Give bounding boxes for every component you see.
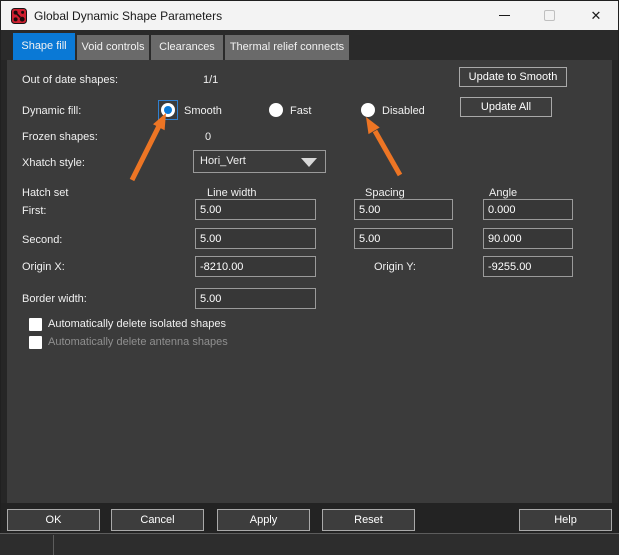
xhatch-style-dropdown[interactable]: Hori_Vert — [193, 150, 326, 173]
second-line-width-input[interactable] — [195, 228, 316, 249]
minimize-button[interactable] — [482, 1, 527, 30]
update-to-smooth-button[interactable]: Update to Smooth — [459, 67, 567, 87]
smooth-radio[interactable] — [161, 103, 175, 117]
dynamic-fill-label: Dynamic fill: — [22, 104, 81, 118]
smooth-radio-label: Smooth — [184, 104, 222, 118]
minimize-icon — [499, 15, 510, 16]
background-app-divider — [53, 535, 54, 555]
close-button[interactable]: ✕ — [573, 1, 619, 30]
tab-strip: Shape fill Void controls Clearances Ther… — [1, 30, 618, 60]
window-left-border — [1, 60, 7, 503]
window-title: Global Dynamic Shape Parameters — [34, 9, 222, 23]
origin-x-label: Origin X: — [22, 260, 65, 274]
help-button[interactable]: Help — [519, 509, 612, 531]
border-width-label: Border width: — [22, 292, 87, 306]
dialog-body — [1, 60, 618, 503]
out-of-date-shapes-label: Out of date shapes: — [22, 73, 118, 87]
disabled-radio[interactable] — [361, 103, 375, 117]
angle-header: Angle — [489, 186, 517, 200]
origin-x-input[interactable] — [195, 256, 316, 277]
background-app-strip — [0, 533, 619, 555]
second-row-label: Second: — [22, 233, 62, 247]
origin-y-label: Origin Y: — [374, 260, 416, 274]
hatch-set-label: Hatch set — [22, 186, 68, 200]
reset-button[interactable]: Reset — [322, 509, 415, 531]
line-width-header: Line width — [207, 186, 257, 200]
first-row-label: First: — [22, 204, 46, 218]
maximize-button[interactable] — [527, 1, 572, 30]
dropdown-arrow-icon — [301, 158, 317, 167]
frozen-shapes-value: 0 — [205, 130, 211, 144]
xhatch-style-label: Xhatch style: — [22, 156, 85, 170]
xhatch-style-value: Hori_Vert — [200, 155, 246, 167]
origin-y-input[interactable] — [483, 256, 573, 277]
ok-button[interactable]: OK — [7, 509, 100, 531]
title-bar: Global Dynamic Shape Parameters ✕ — [1, 1, 618, 30]
tab-void-controls[interactable]: Void controls — [77, 35, 149, 60]
close-icon: ✕ — [591, 1, 602, 30]
app-icon — [11, 8, 27, 24]
update-all-button[interactable]: Update All — [460, 97, 552, 117]
delete-antenna-shapes-label: Automatically delete antenna shapes — [48, 335, 228, 349]
delete-antenna-shapes-checkbox — [29, 336, 42, 349]
first-angle-input[interactable] — [483, 199, 573, 220]
fast-radio-label: Fast — [290, 104, 311, 118]
delete-isolated-shapes-label: Automatically delete isolated shapes — [48, 317, 226, 331]
disabled-radio-label: Disabled — [382, 104, 425, 118]
smooth-radio-selected-dot — [164, 106, 172, 114]
delete-isolated-shapes-checkbox[interactable] — [29, 318, 42, 331]
maximize-icon — [544, 10, 555, 21]
spacing-header: Spacing — [365, 186, 405, 200]
first-line-width-input[interactable] — [195, 199, 316, 220]
tab-clearances[interactable]: Clearances — [151, 35, 223, 60]
out-of-date-shapes-value: 1/1 — [203, 73, 218, 87]
cancel-button[interactable]: Cancel — [111, 509, 204, 531]
second-angle-input[interactable] — [483, 228, 573, 249]
frozen-shapes-label: Frozen shapes: — [22, 130, 98, 144]
fast-radio[interactable] — [269, 103, 283, 117]
second-spacing-input[interactable] — [354, 228, 453, 249]
tab-thermal-relief-connects[interactable]: Thermal relief connects — [225, 35, 349, 60]
border-width-input[interactable] — [195, 288, 316, 309]
first-spacing-input[interactable] — [354, 199, 453, 220]
window-right-border — [612, 60, 618, 503]
tab-shape-fill[interactable]: Shape fill — [13, 33, 75, 60]
apply-button[interactable]: Apply — [217, 509, 310, 531]
global-dynamic-shape-parameters-dialog: Global Dynamic Shape Parameters ✕ Shape … — [0, 0, 619, 555]
